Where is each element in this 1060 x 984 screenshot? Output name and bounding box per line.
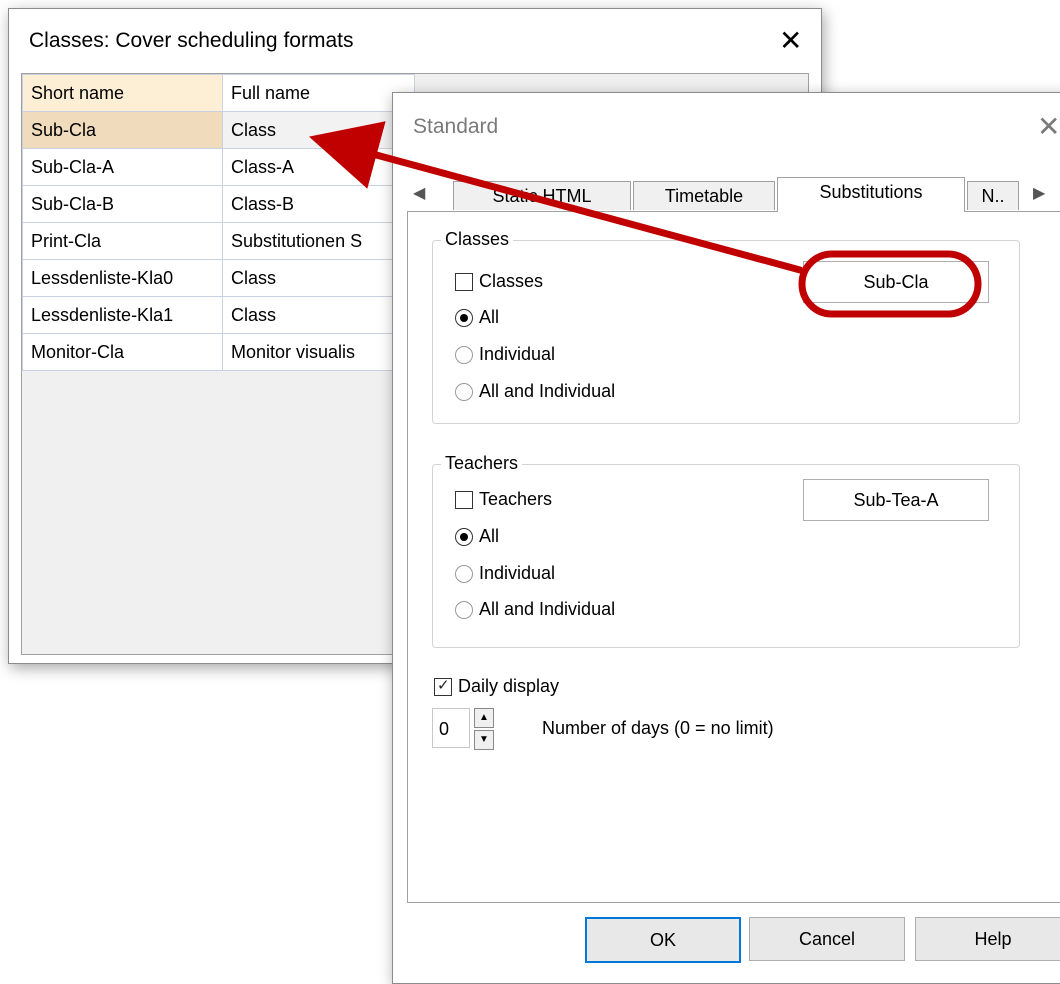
spin-down-icon[interactable]: ▼ bbox=[474, 730, 494, 750]
formats-table: Short name Full name Sub-Cla Class Sub-C… bbox=[22, 74, 415, 371]
table-row[interactable]: Lessdenliste-Kla1 Class bbox=[22, 296, 415, 334]
daily-display-checkbox[interactable]: Daily display bbox=[434, 676, 559, 697]
radio-label: All and Individual bbox=[479, 381, 616, 401]
title-bar: Classes: Cover scheduling formats ✕ bbox=[9, 9, 821, 73]
cell-full-name[interactable]: Class bbox=[222, 259, 415, 297]
window-title: Classes: Cover scheduling formats bbox=[29, 29, 354, 52]
checkbox-box[interactable] bbox=[455, 490, 473, 509]
ok-button[interactable]: OK bbox=[585, 917, 741, 963]
days-label: Number of days (0 = no limit) bbox=[542, 718, 774, 738]
close-icon[interactable]: ✕ bbox=[1037, 113, 1060, 141]
cell-short-name[interactable]: Sub-Cla-B bbox=[22, 185, 223, 223]
teachers-radio-individual[interactable]: Individual bbox=[455, 563, 555, 584]
teachers-format-button[interactable]: Sub-Tea-A bbox=[803, 479, 989, 521]
teachers-group: Teachers Teachers All Individual All and… bbox=[432, 453, 1020, 648]
help-button[interactable]: Help bbox=[915, 917, 1060, 961]
radio-button[interactable] bbox=[455, 345, 473, 364]
table-row[interactable]: Lessdenliste-Kla0 Class bbox=[22, 259, 415, 297]
radio-label: All bbox=[479, 307, 500, 327]
tab-static-html[interactable]: Static HTML bbox=[453, 181, 631, 210]
table-row[interactable]: Print-Cla Substitutionen S bbox=[22, 222, 415, 260]
teachers-group-title: Teachers bbox=[441, 453, 523, 474]
checkbox-label: Classes bbox=[479, 271, 544, 291]
cell-full-name[interactable]: Class bbox=[222, 296, 415, 334]
tab-scroll-left-icon[interactable]: ◀ bbox=[413, 183, 425, 203]
cell-full-name[interactable]: Substitutionen S bbox=[222, 222, 415, 260]
cell-short-name[interactable]: Lessdenliste-Kla0 bbox=[22, 259, 223, 297]
cell-full-name[interactable]: Monitor visualis bbox=[222, 333, 415, 371]
classes-checkbox[interactable]: Classes bbox=[455, 271, 543, 292]
tab-timetable[interactable]: Timetable bbox=[633, 181, 775, 210]
substitutions-panel: Classes Classes All Individual All and I… bbox=[407, 211, 1060, 903]
teachers-radio-all[interactable]: All bbox=[455, 526, 499, 547]
days-spinner: ▲ ▼ bbox=[474, 708, 494, 750]
cell-full-name[interactable]: Class-B bbox=[222, 185, 415, 223]
classes-radio-all-and-individual[interactable]: All and Individual bbox=[455, 381, 615, 402]
classes-group-title: Classes bbox=[441, 229, 514, 250]
cell-full-name[interactable]: Class-A bbox=[222, 148, 415, 186]
table-header: Short name Full name bbox=[22, 74, 415, 112]
cell-short-name[interactable]: Print-Cla bbox=[22, 222, 223, 260]
tab-substitutions[interactable]: Substitutions bbox=[777, 177, 965, 212]
cell-short-name[interactable]: Sub-Cla-A bbox=[22, 148, 223, 186]
spin-up-icon[interactable]: ▲ bbox=[474, 708, 494, 728]
radio-button[interactable] bbox=[455, 564, 473, 583]
radio-button[interactable] bbox=[455, 600, 473, 619]
table-row[interactable]: Sub-Cla Class bbox=[22, 111, 415, 149]
column-header-short-name[interactable]: Short name bbox=[22, 74, 223, 112]
table-row[interactable]: Sub-Cla-A Class-A bbox=[22, 148, 415, 186]
checkbox-label: Daily display bbox=[458, 676, 560, 696]
cell-short-name[interactable]: Monitor-Cla bbox=[22, 333, 223, 371]
teachers-radio-all-and-individual[interactable]: All and Individual bbox=[455, 599, 615, 620]
classes-radio-all[interactable]: All bbox=[455, 307, 499, 328]
teachers-checkbox[interactable]: Teachers bbox=[455, 489, 552, 510]
radio-label: All and Individual bbox=[479, 599, 616, 619]
radio-button[interactable] bbox=[455, 527, 473, 546]
standard-dialog: Standard ✕ ◀ Static HTML Timetable Subst… bbox=[392, 92, 1060, 984]
tab-next[interactable]: N.. bbox=[967, 181, 1019, 210]
cell-short-name[interactable]: Lessdenliste-Kla1 bbox=[22, 296, 223, 334]
cell-short-name[interactable]: Sub-Cla bbox=[22, 111, 223, 149]
tab-scroll-right-icon[interactable]: ▶ bbox=[1033, 183, 1045, 203]
table-row[interactable]: Monitor-Cla Monitor visualis bbox=[22, 333, 415, 371]
column-header-full-name[interactable]: Full name bbox=[222, 74, 415, 112]
checkbox-label: Teachers bbox=[479, 489, 553, 509]
classes-format-button[interactable]: Sub-Cla bbox=[803, 261, 989, 303]
radio-label: All bbox=[479, 526, 500, 546]
radio-label: Individual bbox=[479, 344, 556, 364]
close-icon[interactable]: ✕ bbox=[779, 27, 802, 55]
cell-full-name[interactable]: Class bbox=[222, 111, 415, 149]
tab-bar: ◀ Static HTML Timetable Substitutions N.… bbox=[407, 177, 1060, 212]
dialog-title: Standard bbox=[413, 115, 499, 138]
cancel-button[interactable]: Cancel bbox=[749, 917, 905, 961]
radio-button[interactable] bbox=[455, 308, 473, 327]
checkbox-box[interactable] bbox=[455, 272, 473, 291]
classes-group: Classes Classes All Individual All and I… bbox=[432, 229, 1020, 424]
radio-label: Individual bbox=[479, 563, 556, 583]
radio-button[interactable] bbox=[455, 382, 473, 401]
days-spinner-input[interactable]: 0 bbox=[432, 708, 470, 748]
table-row[interactable]: Sub-Cla-B Class-B bbox=[22, 185, 415, 223]
classes-radio-individual[interactable]: Individual bbox=[455, 344, 555, 365]
checkbox-box[interactable] bbox=[434, 676, 452, 696]
